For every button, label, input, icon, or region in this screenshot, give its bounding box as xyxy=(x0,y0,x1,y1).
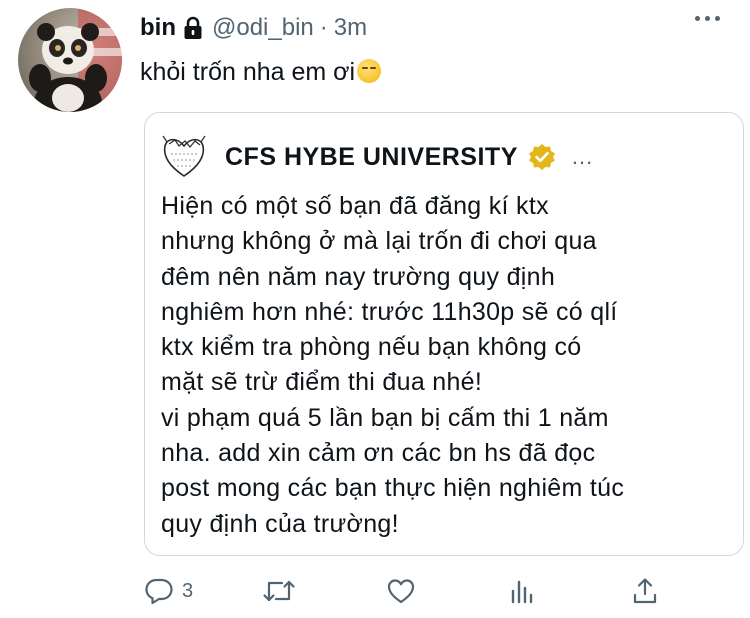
share-button[interactable] xyxy=(630,576,660,606)
more-options-icon[interactable] xyxy=(695,16,720,21)
like-button[interactable] xyxy=(386,576,416,606)
quoted-text-line: Hiện có một số bạn đã đăng kí ktx xyxy=(161,192,549,220)
share-icon xyxy=(633,578,657,604)
quoted-author-name[interactable]: CFS HYBE UNIVERSITY xyxy=(225,143,518,172)
quoted-text-line: nha. add xin cảm ơn các bn hs đã đọc xyxy=(161,439,596,468)
lock-icon xyxy=(182,16,204,40)
quoted-text-line: đêm nên năm nay trường quy định xyxy=(161,262,556,291)
quoted-tweet-body: Hiện có một số bạn đã đăng kí ktx nhưng … xyxy=(161,189,731,542)
quoted-text-line: quy định của trường! xyxy=(161,509,399,538)
verified-badge-icon xyxy=(528,143,556,171)
smirking-face-emoji-icon xyxy=(357,59,382,83)
analytics-button[interactable] xyxy=(508,576,538,606)
reply-count: 3 xyxy=(182,579,194,602)
author-handle[interactable]: @odi_bin xyxy=(212,14,314,42)
reply-button[interactable]: 3 xyxy=(144,576,193,606)
quoted-tweet-header: CFS HYBE UNIVERSITY ... xyxy=(159,127,593,187)
quoted-text-line: post mong các bạn thực hiện nghiêm túc xyxy=(161,474,625,503)
reply-icon xyxy=(145,578,173,605)
retweet-button[interactable] xyxy=(262,576,296,606)
quoted-text-line: nghiêm hơn nhé: trước 11h30p sẽ có qlí xyxy=(161,297,618,326)
tweet-header: bin @odi_bin · 3m xyxy=(140,12,367,44)
like-icon xyxy=(387,579,415,604)
tweet-action-bar: 3 xyxy=(144,572,744,612)
separator-dot: · xyxy=(319,14,328,41)
retweet-icon xyxy=(263,580,295,602)
quoted-text-line: nhưng không ở mà lại trốn đi chơi qua xyxy=(161,227,597,256)
analytics-icon xyxy=(511,580,533,604)
quoted-tweet-card[interactable]: CFS HYBE UNIVERSITY ... Hiện có một số b… xyxy=(144,112,744,556)
tweet-text: khỏi trốn nha em ơi xyxy=(140,55,382,89)
tweet-text-content: khỏi trốn nha em ơi xyxy=(140,58,356,86)
quoted-text-line: mặt sẽ trừ điểm thi đua nhé! xyxy=(161,368,483,397)
quoted-text-line: vi phạm quá 5 lần bạn bị cấm thi 1 năm xyxy=(161,403,609,432)
quoted-text-line: ktx kiểm tra phòng nếu bạn không có xyxy=(161,333,582,362)
author-avatar[interactable] xyxy=(18,8,122,112)
quoted-author-avatar xyxy=(159,132,209,182)
timestamp[interactable]: 3m xyxy=(334,14,367,42)
quoted-more-indicator: ... xyxy=(571,144,594,169)
author-display-name[interactable]: bin xyxy=(140,14,176,42)
